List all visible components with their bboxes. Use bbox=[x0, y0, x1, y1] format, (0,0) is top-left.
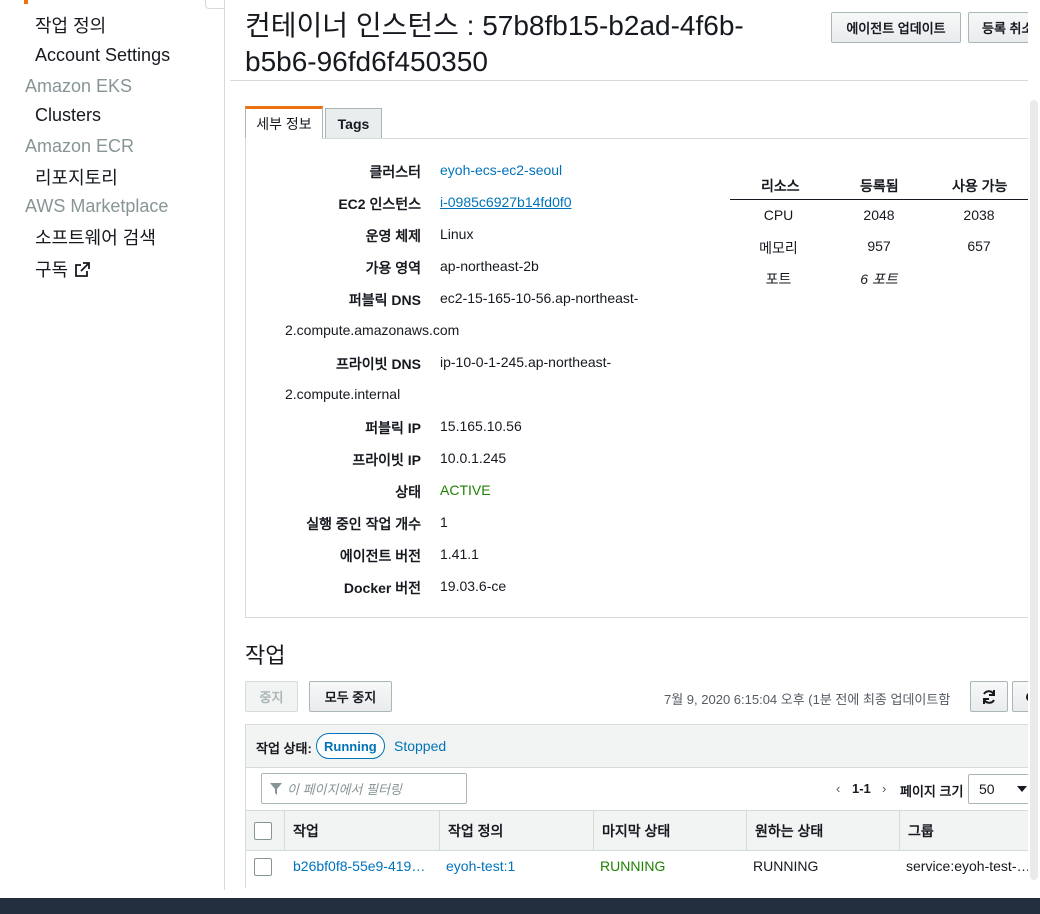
column-group[interactable]: 그룹 bbox=[899, 811, 1040, 850]
private-dns-value: ip-10-0-1-245.ap-northeast- bbox=[440, 354, 612, 370]
private-dns-label: 프라이빗 DNS bbox=[336, 356, 421, 372]
resources-header-resource: 리소스 bbox=[761, 178, 800, 194]
status-value: ACTIVE bbox=[440, 482, 491, 498]
public-dns-value: ec2-15-165-10-56.ap-northeast- bbox=[440, 290, 639, 306]
scrollbar[interactable] bbox=[1030, 100, 1038, 880]
chevron-down-icon bbox=[1016, 786, 1027, 792]
sidebar-item-repositories[interactable]: 리포지토리 bbox=[35, 164, 118, 190]
page-size-value: 50 bbox=[979, 781, 995, 797]
public-ip-value: 15.165.10.56 bbox=[440, 418, 522, 434]
tasks-section-title: 작업 bbox=[245, 643, 286, 668]
docker-version-value: 19.03.6-ce bbox=[440, 578, 507, 594]
resource-cpu-registered: 2048 bbox=[863, 207, 895, 223]
resource-ports-name: 포트 bbox=[765, 271, 792, 287]
private-dns-value-cont: 2.compute.internal bbox=[285, 386, 401, 402]
refresh-icon bbox=[983, 689, 995, 704]
public-dns-label: 퍼블릭 DNS bbox=[348, 292, 421, 308]
column-last-status[interactable]: 마지막 상태 bbox=[593, 811, 746, 850]
sidebar-item-subscriptions[interactable]: 구독 bbox=[35, 256, 91, 282]
resource-memory-available: 657 bbox=[967, 238, 991, 254]
task-definition-link[interactable]: eyoh-test:1 bbox=[446, 858, 586, 874]
ec2-instance-link[interactable]: i-0985c6927b14fd0f0 bbox=[440, 194, 572, 210]
public-ip-label: 퍼블릭 IP bbox=[365, 420, 421, 436]
agent-version-value: 1.41.1 bbox=[440, 546, 479, 562]
resource-cpu-available: 2038 bbox=[963, 207, 995, 223]
sidebar-item-discover-software[interactable]: 소프트웨어 검색 bbox=[35, 224, 156, 250]
resource-memory-name: 메모리 bbox=[759, 240, 798, 256]
private-ip-label: 프라이빗 IP bbox=[352, 452, 421, 468]
task-status-filter-bar: 작업 상태: Running Stopped bbox=[245, 724, 1040, 768]
column-task-definition[interactable]: 작업 정의 bbox=[439, 811, 593, 850]
ec2-instance-label: EC2 인스턴스 bbox=[338, 196, 421, 212]
refresh-button[interactable] bbox=[970, 681, 1008, 712]
resources-header-rule bbox=[730, 199, 1030, 200]
cluster-label: 클러스터 bbox=[369, 164, 421, 180]
filter-icon bbox=[270, 782, 282, 795]
tab-tags[interactable]: Tags bbox=[325, 108, 382, 139]
resource-cpu-name: CPU bbox=[763, 207, 794, 223]
os-label: 운영 체제 bbox=[365, 228, 421, 244]
stopped-filter-link[interactable]: Stopped bbox=[394, 738, 446, 754]
sidebar-heading-ecr: Amazon ECR bbox=[25, 136, 135, 156]
resources-header-available: 사용 가능 bbox=[952, 178, 1008, 194]
filter-placeholder: 이 페이지에서 필터링 bbox=[287, 782, 402, 797]
filter-input[interactable]: 이 페이지에서 필터링 bbox=[261, 773, 467, 804]
running-filter-pill[interactable]: Running bbox=[316, 733, 385, 759]
docker-version-label: Docker 버전 bbox=[343, 580, 421, 596]
stop-button[interactable]: 중지 bbox=[245, 681, 298, 712]
sidebar-item-clusters[interactable]: Clusters bbox=[35, 105, 101, 126]
tasks-table-header: 작업 작업 정의 마지막 상태 원하는 상태 그룹 bbox=[246, 810, 1040, 851]
prev-page-icon[interactable]: ‹ bbox=[836, 781, 840, 796]
task-status-label: 작업 상태: bbox=[256, 741, 312, 756]
tab-details[interactable]: 세부 정보 bbox=[245, 106, 323, 139]
header-divider bbox=[230, 80, 1028, 81]
page-title: 컨테이너 인스턴스 : 57b8fb15-b2ad-4f6b-b5b6-96fd… bbox=[245, 10, 744, 77]
cluster-link[interactable]: eyoh-ecs-ec2-seoul bbox=[440, 162, 562, 178]
resource-memory-registered: 957 bbox=[867, 238, 891, 254]
az-value: ap-northeast-2b bbox=[440, 258, 539, 274]
group-value: service:eyoh-test-s… bbox=[906, 858, 1033, 874]
tasks-table: 이 페이지에서 필터링 ‹ 1-1 › 페이지 크기 50 작업 작업 정의 마… bbox=[245, 768, 1040, 888]
footer bbox=[0, 898, 1040, 914]
sidebar-heading-eks: Amazon EKS bbox=[25, 76, 133, 96]
column-desired-status[interactable]: 원하는 상태 bbox=[746, 811, 899, 850]
agent-version-label: 에이전트 버전 bbox=[339, 548, 421, 564]
task-id-link[interactable]: b26bf0f8-55e9-419… bbox=[293, 858, 433, 874]
sidebar-heading-marketplace: AWS Marketplace bbox=[25, 196, 169, 216]
os-value: Linux bbox=[440, 226, 474, 242]
external-link-icon bbox=[75, 262, 91, 277]
desired-status-value: RUNNING bbox=[753, 858, 819, 874]
public-dns-value-cont: 2.compute.amazonaws.com bbox=[285, 322, 460, 338]
running-tasks-value: 1 bbox=[440, 514, 448, 530]
private-ip-value: 10.0.1.245 bbox=[440, 450, 507, 466]
row-checkbox[interactable] bbox=[254, 858, 272, 876]
last-updated-text: 7월 9, 2020 6:15:04 오후 (1분 전에 최종 업데이트함 bbox=[664, 692, 951, 707]
update-agent-button[interactable]: 에이전트 업데이트 bbox=[831, 12, 961, 43]
sidebar: 작업 정의 Account Settings Amazon EKS Cluste… bbox=[0, 0, 225, 890]
sidebar-toggle-edge bbox=[205, 0, 225, 9]
active-indicator bbox=[24, 0, 28, 4]
running-tasks-label: 실행 중인 작업 개수 bbox=[306, 516, 421, 532]
resource-ports-registered[interactable]: 6 포트 bbox=[830, 269, 928, 289]
sidebar-item-label: 구독 bbox=[35, 260, 69, 280]
last-status-value: RUNNING bbox=[600, 858, 666, 874]
sidebar-item-account-settings[interactable]: Account Settings bbox=[35, 45, 170, 66]
status-label: 상태 bbox=[395, 484, 421, 500]
pagination-range: 1-1 bbox=[852, 781, 871, 796]
next-page-icon[interactable]: › bbox=[882, 781, 886, 796]
page-size-select[interactable]: 50 bbox=[968, 774, 1032, 804]
stop-all-button[interactable]: 모두 중지 bbox=[309, 681, 392, 712]
sidebar-item-task-definitions[interactable]: 작업 정의 bbox=[35, 12, 106, 38]
resources-header-registered: 등록됨 bbox=[860, 178, 899, 194]
az-label: 가용 영역 bbox=[365, 260, 421, 276]
select-all-checkbox[interactable] bbox=[254, 822, 272, 840]
tasks-table-toolbar: 이 페이지에서 필터링 ‹ 1-1 › 페이지 크기 50 bbox=[246, 768, 1040, 810]
page-size-label: 페이지 크기 bbox=[900, 784, 964, 799]
column-task[interactable]: 작업 bbox=[284, 811, 439, 850]
